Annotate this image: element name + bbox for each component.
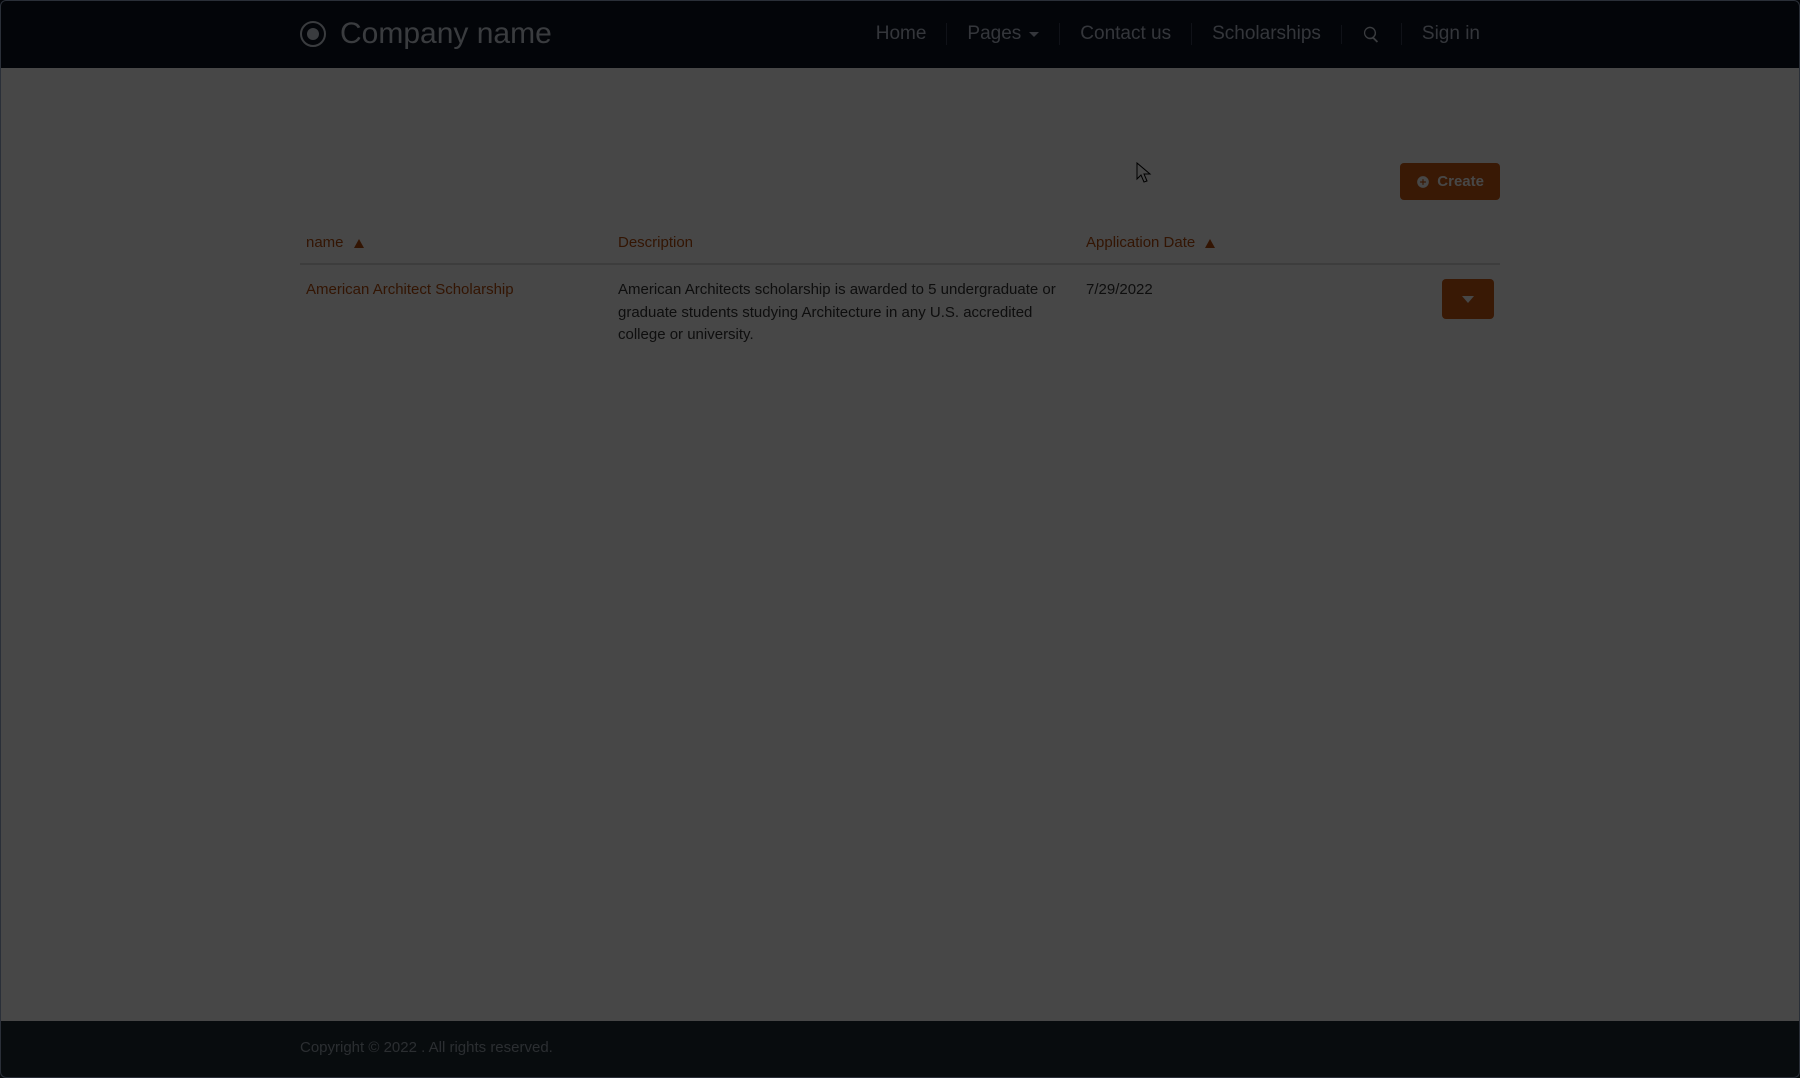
caret-down-icon [1029, 32, 1039, 37]
table-row: American Architect Scholarship American … [300, 264, 1500, 361]
nav-scholarships-label: Scholarships [1212, 23, 1321, 45]
search-icon [1362, 25, 1381, 44]
col-header-name[interactable]: name [300, 224, 612, 264]
nav-home-label: Home [876, 23, 927, 45]
footer-text: Copyright © 2022 . All rights reserved. [300, 1039, 553, 1056]
brand-link[interactable]: Company name [300, 17, 552, 51]
col-header-appdate-label: Application Date [1086, 234, 1195, 251]
row-appdate: 7/29/2022 [1080, 264, 1404, 361]
footer: Copyright © 2022 . All rights reserved. [0, 1021, 1800, 1078]
page-content: Create name Description Application Date [300, 68, 1500, 361]
col-header-description[interactable]: Description [612, 224, 1080, 264]
brand-logo-icon [300, 21, 326, 47]
nav-contact-label: Contact us [1080, 23, 1171, 45]
toolbar: Create [300, 163, 1500, 200]
nav-contact[interactable]: Contact us [1060, 23, 1191, 45]
chevron-down-icon [1462, 296, 1474, 303]
create-button[interactable]: Create [1400, 163, 1500, 200]
nav-signin[interactable]: Sign in [1402, 23, 1500, 45]
nav-signin-label: Sign in [1422, 23, 1480, 45]
brand-name: Company name [340, 17, 552, 51]
top-navbar: Company name Home Pages Contact us Schol… [0, 0, 1800, 68]
sort-asc-icon [1205, 239, 1215, 248]
plus-circle-icon [1416, 175, 1430, 189]
nav-pages-label: Pages [967, 23, 1021, 45]
nav-pages[interactable]: Pages [947, 23, 1059, 45]
col-header-actions [1404, 224, 1500, 264]
row-description: American Architects scholarship is award… [612, 264, 1080, 361]
col-header-appdate[interactable]: Application Date [1080, 224, 1404, 264]
nav-home[interactable]: Home [856, 23, 947, 45]
row-name-label: American Architect Scholarship [306, 281, 514, 298]
col-header-name-label: name [306, 234, 344, 251]
row-actions-button[interactable] [1442, 279, 1494, 319]
nav-links: Home Pages Contact us Scholarships Sign … [856, 23, 1500, 45]
create-button-label: Create [1437, 173, 1484, 190]
nav-search[interactable] [1342, 25, 1401, 44]
row-name-link[interactable]: American Architect Scholarship [306, 281, 514, 298]
scholarship-table: name Description Application Date Americ… [300, 224, 1500, 361]
sort-asc-icon [354, 239, 364, 248]
nav-scholarships[interactable]: Scholarships [1192, 23, 1341, 45]
col-header-description-label: Description [618, 234, 693, 251]
